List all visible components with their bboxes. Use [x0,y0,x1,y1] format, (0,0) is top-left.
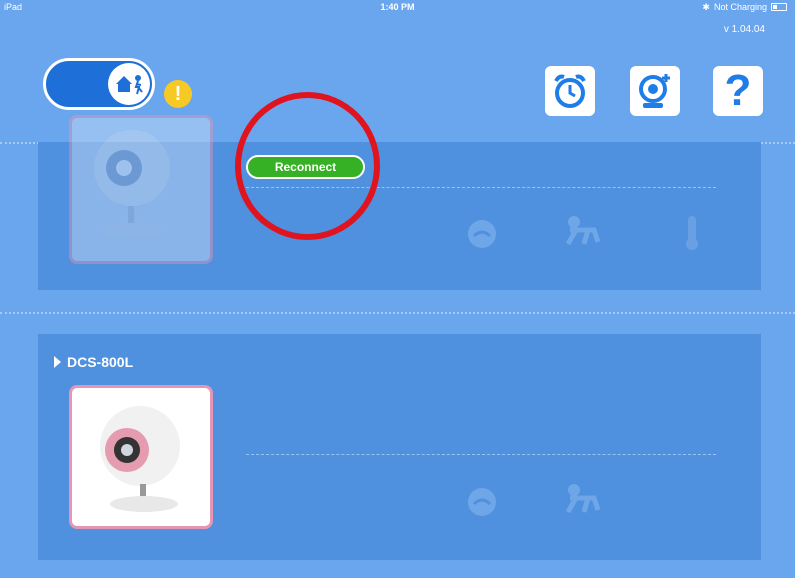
warning-icon[interactable]: ! [164,80,192,108]
crying-face-icon[interactable] [458,208,506,256]
separator [246,454,716,455]
alarm-button[interactable] [545,66,595,116]
clock: 1:40 PM [380,2,415,12]
status-bar: iPad 1:40 PM ✱ Not Charging [0,0,795,14]
divider [0,312,795,314]
alarm-clock-icon [554,74,586,108]
help-button[interactable]: ? [713,66,763,116]
camera-name-toggle[interactable]: DCS-800L [54,354,133,370]
battery-icon [771,3,787,11]
question-icon: ? [724,66,752,115]
thermometer-icon[interactable] [668,208,716,256]
crawling-baby-icon[interactable] [558,208,606,256]
home-person-icon [108,63,150,105]
crying-face-icon[interactable] [458,476,506,524]
highlight-circle [235,92,380,240]
camera-thumbnail[interactable] [69,115,213,264]
add-camera-button[interactable] [630,66,680,116]
camera-card: Reconnect [38,115,761,290]
expand-triangle-icon [54,356,61,368]
battery-status: ✱ Not Charging [702,0,787,14]
camera-name: DCS-800L [67,354,134,370]
add-camera-icon [639,74,670,108]
bluetooth-icon: ✱ [702,2,710,12]
mode-toggle[interactable] [43,58,155,110]
camera-card: DCS-800L [38,334,761,560]
camera-thumbnail[interactable] [69,385,213,529]
crawling-baby-icon[interactable] [558,476,606,524]
battery-text: Not Charging [713,2,767,12]
